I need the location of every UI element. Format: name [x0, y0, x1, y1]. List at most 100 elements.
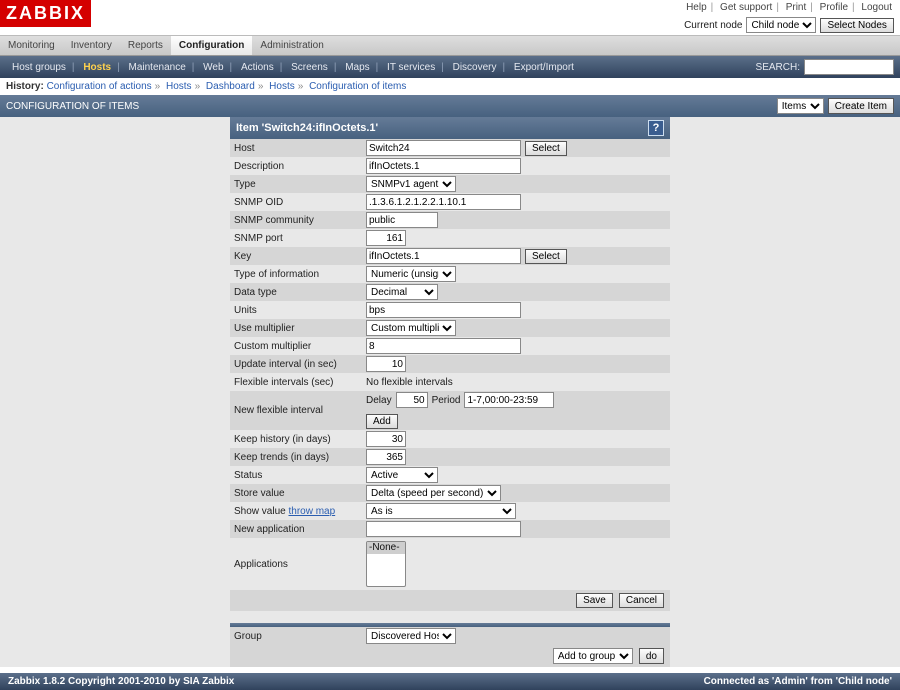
label-new_flex: New flexible interval [234, 405, 366, 416]
select-status[interactable]: Active [366, 467, 438, 483]
select-type_info[interactable]: Numeric (unsigned) [366, 266, 456, 282]
form-row-status: StatusActive [230, 466, 670, 484]
button-host-select[interactable]: Select [525, 141, 567, 156]
select-type[interactable]: SNMPv1 agent [366, 176, 456, 192]
form-row-new_application: New application [230, 520, 670, 538]
button-new_flex-add[interactable]: Add [366, 414, 398, 429]
sub-nav: Host groups| Hosts| Maintenance| Web| Ac… [0, 56, 900, 78]
search-input[interactable] [804, 59, 894, 75]
save-button[interactable]: Save [576, 593, 613, 608]
cancel-button[interactable]: Cancel [619, 593, 664, 608]
form-header: Item 'Switch24:ifInOctets.1' ? [230, 117, 670, 139]
form-row-data_type: Data typeDecimal [230, 283, 670, 301]
subnav-discovery[interactable]: Discovery [447, 62, 503, 73]
form-row-description: Description [230, 157, 670, 175]
create-item-button[interactable]: Create Item [828, 98, 894, 114]
form-row-snmp_community: SNMP community [230, 211, 670, 229]
history-link[interactable]: Hosts [166, 81, 192, 92]
label-snmp_community: SNMP community [234, 215, 366, 226]
select-show_value[interactable]: As is [366, 503, 516, 519]
input-key[interactable] [366, 248, 521, 264]
top-links: Help| Get support| Print| Profile| Logou… [678, 0, 900, 15]
applications-list[interactable]: -None- [366, 541, 406, 587]
subnav-web[interactable]: Web [197, 62, 229, 73]
form-title: Item 'Switch24:ifInOctets.1' [236, 122, 378, 134]
group-select[interactable]: Discovered Hosts [366, 628, 456, 644]
input-host[interactable] [366, 140, 521, 156]
input-snmp_oid[interactable] [366, 194, 521, 210]
history-label: History: [6, 81, 44, 92]
link-logout[interactable]: Logout [859, 2, 894, 13]
help-icon[interactable]: ? [648, 120, 664, 136]
input-keep_trends[interactable] [366, 449, 406, 465]
label-host: Host [234, 143, 366, 154]
nav-monitoring[interactable]: Monitoring [0, 36, 63, 55]
form-row-units: Units [230, 301, 670, 319]
form-row-snmp_port: SNMP port [230, 229, 670, 247]
subnav-actions[interactable]: Actions [235, 62, 280, 73]
history-link[interactable]: Dashboard [206, 81, 255, 92]
subnav-maintenance[interactable]: Maintenance [123, 62, 192, 73]
select-store_value[interactable]: Delta (speed per second) [366, 485, 501, 501]
input-update_interval[interactable] [366, 356, 406, 372]
subnav-maps[interactable]: Maps [339, 62, 375, 73]
link-profile[interactable]: Profile [818, 2, 850, 13]
select-nodes-button[interactable]: Select Nodes [820, 18, 893, 33]
input-description[interactable] [366, 158, 521, 174]
input-new_flex[interactable] [396, 392, 428, 408]
form-row-use_multiplier: Use multiplierCustom multiplier [230, 319, 670, 337]
select-use_multiplier[interactable]: Custom multiplier [366, 320, 456, 336]
footer-right: Connected as 'Admin' from 'Child node' [704, 676, 892, 687]
show-value-link[interactable]: throw map [288, 506, 335, 517]
input-new_flex[interactable] [464, 392, 554, 408]
label-store_value: Store value [234, 488, 366, 499]
nav-configuration[interactable]: Configuration [171, 36, 253, 55]
form-row-store_value: Store valueDelta (speed per second) [230, 484, 670, 502]
static-flex_intervals: No flexible intervals [366, 377, 453, 388]
subnav-screens[interactable]: Screens [285, 62, 334, 73]
button-key-select[interactable]: Select [525, 249, 567, 264]
label-data_type: Data type [234, 287, 366, 298]
current-node-label: Current node [684, 20, 742, 31]
history-link[interactable]: Configuration of items [309, 81, 406, 92]
label-units: Units [234, 305, 366, 316]
input-snmp_community[interactable] [366, 212, 438, 228]
footer-left: Zabbix 1.8.2 Copyright 2001-2010 by SIA … [8, 676, 234, 687]
subnav-export-import[interactable]: Export/Import [508, 62, 580, 73]
input-units[interactable] [366, 302, 521, 318]
form-row-applications: Applications-None- [230, 538, 670, 590]
history-link[interactable]: Configuration of actions [47, 81, 152, 92]
label-snmp_port: SNMP port [234, 233, 366, 244]
link-help[interactable]: Help [684, 2, 709, 13]
input-new_application[interactable] [366, 521, 521, 537]
form-row-flex_intervals: Flexible intervals (sec)No flexible inte… [230, 373, 670, 391]
section-select[interactable]: Items [777, 98, 824, 114]
input-snmp_port[interactable] [366, 230, 406, 246]
subnav-it-services[interactable]: IT services [381, 62, 441, 73]
label-custom_multiplier: Custom multiplier [234, 341, 366, 352]
link-get-support[interactable]: Get support [718, 2, 774, 13]
subnav-host-groups[interactable]: Host groups [6, 62, 72, 73]
form-row-type_info: Type of informationNumeric (unsigned) [230, 265, 670, 283]
link-print[interactable]: Print [784, 2, 809, 13]
input-keep_history[interactable] [366, 431, 406, 447]
nav-reports[interactable]: Reports [120, 36, 171, 55]
select-data_type[interactable]: Decimal [366, 284, 438, 300]
form-row-show_value: Show value throw mapAs is [230, 502, 670, 520]
form-row-new_flex: New flexible intervalDelayPeriodAdd [230, 391, 670, 430]
logo: ZABBIX [0, 0, 91, 27]
form-row-key: Key Select [230, 247, 670, 265]
label-key: Key [234, 251, 366, 262]
history-link[interactable]: Hosts [269, 81, 295, 92]
nav-inventory[interactable]: Inventory [63, 36, 120, 55]
input-custom_multiplier[interactable] [366, 338, 521, 354]
main-nav: Monitoring Inventory Reports Configurati… [0, 35, 900, 56]
form-row-keep_trends: Keep trends (in days) [230, 448, 670, 466]
label-status: Status [234, 470, 366, 481]
add-to-group-select[interactable]: Add to group [553, 648, 633, 664]
subnav-hosts[interactable]: Hosts [77, 62, 117, 73]
current-node-select[interactable]: Child node [746, 17, 816, 33]
do-button[interactable]: do [639, 648, 664, 664]
form-row-snmp_oid: SNMP OID [230, 193, 670, 211]
nav-administration[interactable]: Administration [252, 36, 331, 55]
